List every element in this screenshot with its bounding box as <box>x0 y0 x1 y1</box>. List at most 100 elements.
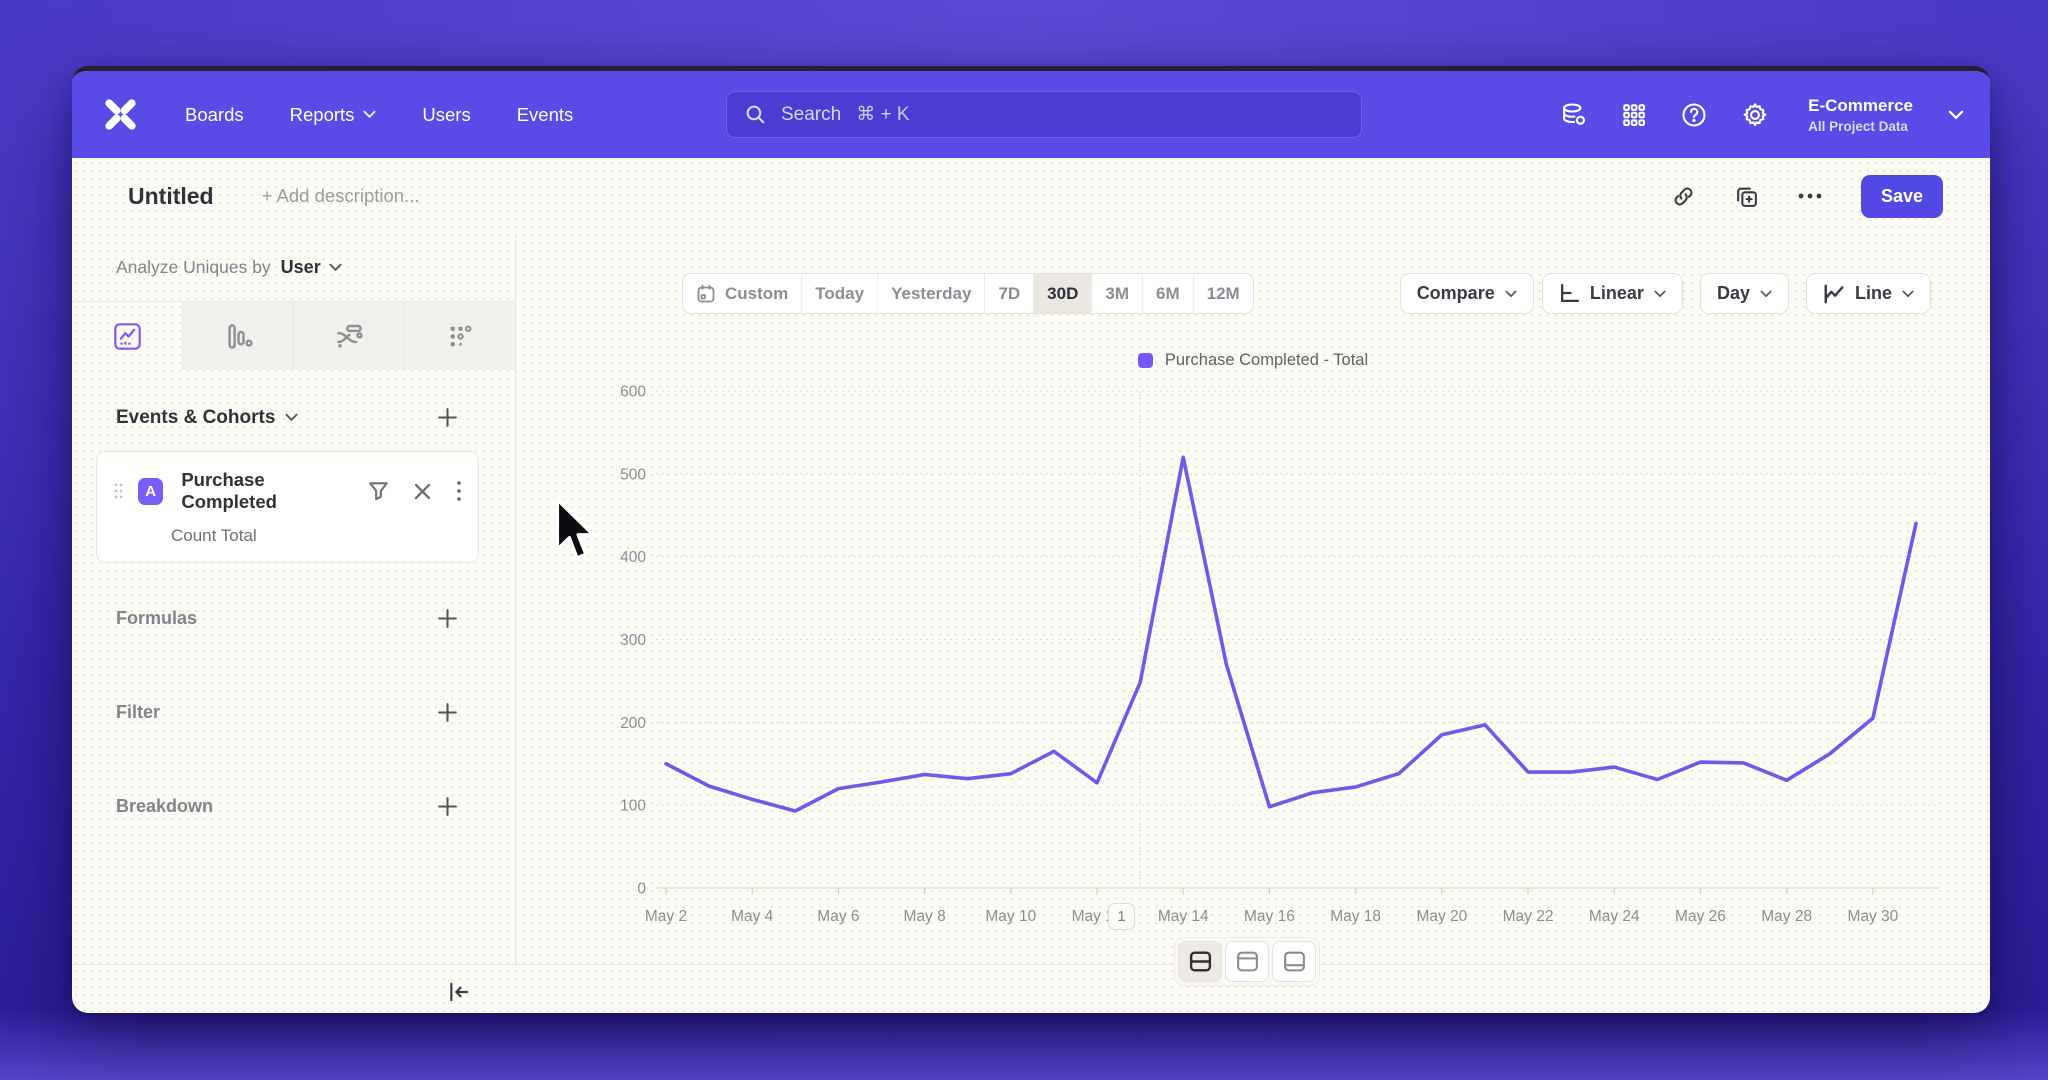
pagination-page[interactable]: 1 <box>1108 903 1135 930</box>
y-tick-label: 0 <box>637 881 646 898</box>
nav-item-label: Reports <box>290 104 355 126</box>
x-tick-label: May 14 <box>1158 908 1209 925</box>
help-icon[interactable] <box>1680 101 1708 129</box>
legend-label: Purchase Completed - Total <box>1165 351 1368 370</box>
range-custom[interactable]: Custom <box>683 274 802 313</box>
chart-legend[interactable]: Purchase Completed - Total <box>516 351 1990 370</box>
sidebar-section-formulas: Formulas <box>72 571 515 665</box>
range-label: 12M <box>1207 284 1240 304</box>
y-tick-label: 600 <box>620 384 646 401</box>
tab-flows[interactable] <box>294 302 405 370</box>
drag-handle-icon[interactable] <box>113 482 124 500</box>
layout-bottom-panel-button[interactable] <box>1272 941 1316 982</box>
event-card[interactable]: A Purchase Completed Count Total <box>96 451 479 563</box>
scale-button[interactable]: Linear <box>1542 273 1683 314</box>
bottom-bar <box>72 964 1990 1013</box>
range-label: Today <box>815 284 864 304</box>
tab-funnels-bars[interactable] <box>183 302 294 370</box>
nav-item-events[interactable]: Events <box>517 104 574 126</box>
range-7d[interactable]: 7D <box>985 274 1034 313</box>
top-navbar: Boards Reports Users Events Search ⌘ + K <box>72 71 1990 158</box>
chart-type-label: Line <box>1855 283 1892 304</box>
search-shortcut: ⌘ + K <box>856 103 909 126</box>
trend-line <box>666 457 1916 811</box>
range-6m[interactable]: 6M <box>1143 274 1194 313</box>
x-tick-label: May 24 <box>1589 908 1640 925</box>
report-title[interactable]: Untitled <box>128 183 214 210</box>
compare-label: Compare <box>1417 283 1495 304</box>
sidebar-section-filter: Filter <box>72 665 515 759</box>
range-3m[interactable]: 3M <box>1092 274 1143 313</box>
project-scope: All Project Data <box>1808 119 1913 134</box>
compare-button[interactable]: Compare <box>1400 273 1534 314</box>
linear-axis-icon <box>1559 283 1580 304</box>
search-input[interactable]: Search ⌘ + K <box>726 91 1362 138</box>
y-tick-label: 100 <box>620 798 646 815</box>
nav-item-reports[interactable]: Reports <box>290 104 377 126</box>
settings-gear-icon[interactable] <box>1741 101 1769 129</box>
sidebar-sections: Formulas Filter Breakdown <box>72 571 515 853</box>
save-button[interactable]: Save <box>1861 175 1943 218</box>
tab-insights[interactable] <box>72 302 183 370</box>
add-description-field[interactable]: + Add description... <box>262 185 420 207</box>
project-name: E-Commerce <box>1808 96 1913 116</box>
search-icon <box>745 104 766 125</box>
mixpanel-logo-icon[interactable] <box>102 96 139 133</box>
event-more-options-icon[interactable] <box>456 480 462 502</box>
nav-item-users[interactable]: Users <box>422 104 470 126</box>
add-event-button[interactable] <box>436 406 459 429</box>
events-cohorts-label[interactable]: Events & Cohorts <box>116 407 275 429</box>
layout-toggle-group <box>1174 937 1320 986</box>
x-tick-label: May 26 <box>1675 908 1726 925</box>
analyze-value-dropdown[interactable]: User <box>281 257 321 278</box>
x-tick-label: May 4 <box>731 908 774 925</box>
nav-item-boards[interactable]: Boards <box>185 104 244 126</box>
apps-grid-icon[interactable] <box>1621 102 1647 128</box>
add-breakdown-button[interactable] <box>436 795 459 818</box>
y-tick-label: 500 <box>620 466 646 483</box>
more-options-icon[interactable] <box>1797 192 1823 200</box>
calendar-icon <box>696 284 716 304</box>
interval-label: Day <box>1717 283 1750 304</box>
chart-type-button[interactable]: Line <box>1806 273 1931 314</box>
event-name[interactable]: Purchase Completed <box>181 469 354 513</box>
layout-split-horizontal-button[interactable] <box>1178 941 1222 982</box>
project-switcher[interactable]: E-Commerce All Project Data <box>1808 96 1913 134</box>
trend-chart[interactable]: 0100200300400500600May 2May 4May 6May 8M… <box>600 380 1950 955</box>
date-range-segmented-control: Custom Today Yesterday 7D 30D 3M 6M 12M <box>682 273 1254 314</box>
collapse-sidebar-icon[interactable] <box>447 980 471 1004</box>
chevron-down-icon <box>1760 290 1772 298</box>
range-yesterday[interactable]: Yesterday <box>878 274 985 313</box>
events-cohorts-header: Events & Cohorts <box>72 370 515 429</box>
x-tick-label: May 22 <box>1503 908 1554 925</box>
range-today[interactable]: Today <box>802 274 878 313</box>
scale-label: Linear <box>1590 283 1644 304</box>
data-management-icon[interactable] <box>1560 101 1588 129</box>
range-label: Custom <box>725 284 788 304</box>
event-metric[interactable]: Count Total <box>171 526 462 546</box>
duplicate-icon[interactable] <box>1734 184 1759 209</box>
section-label: Formulas <box>116 608 197 629</box>
nav-item-label: Boards <box>185 104 244 126</box>
range-label: 7D <box>998 284 1020 304</box>
x-tick-label: May 18 <box>1330 908 1381 925</box>
range-label: 3M <box>1105 284 1129 304</box>
range-30d[interactable]: 30D <box>1034 274 1092 313</box>
tab-retention[interactable] <box>405 302 515 370</box>
add-formulas-button[interactable] <box>436 607 459 630</box>
chart-toolbar: Custom Today Yesterday 7D 30D 3M 6M 12M Compare… <box>516 273 1990 314</box>
analyze-uniques-row: Analyze Uniques by User <box>72 234 515 302</box>
x-tick-label: May 2 <box>645 908 687 925</box>
layout-top-panel-button[interactable] <box>1225 941 1269 982</box>
remove-event-icon[interactable] <box>413 482 432 501</box>
y-tick-label: 300 <box>620 632 646 649</box>
copy-link-icon[interactable] <box>1671 184 1696 209</box>
x-tick-label: May 6 <box>817 908 859 925</box>
interval-button[interactable]: Day <box>1700 273 1789 314</box>
add-filter-button[interactable] <box>436 701 459 724</box>
chevron-down-icon <box>363 110 376 119</box>
range-12m[interactable]: 12M <box>1194 274 1253 313</box>
filter-funnel-icon[interactable] <box>368 481 389 502</box>
section-label: Breakdown <box>116 796 213 817</box>
chevron-down-icon <box>1505 290 1517 298</box>
